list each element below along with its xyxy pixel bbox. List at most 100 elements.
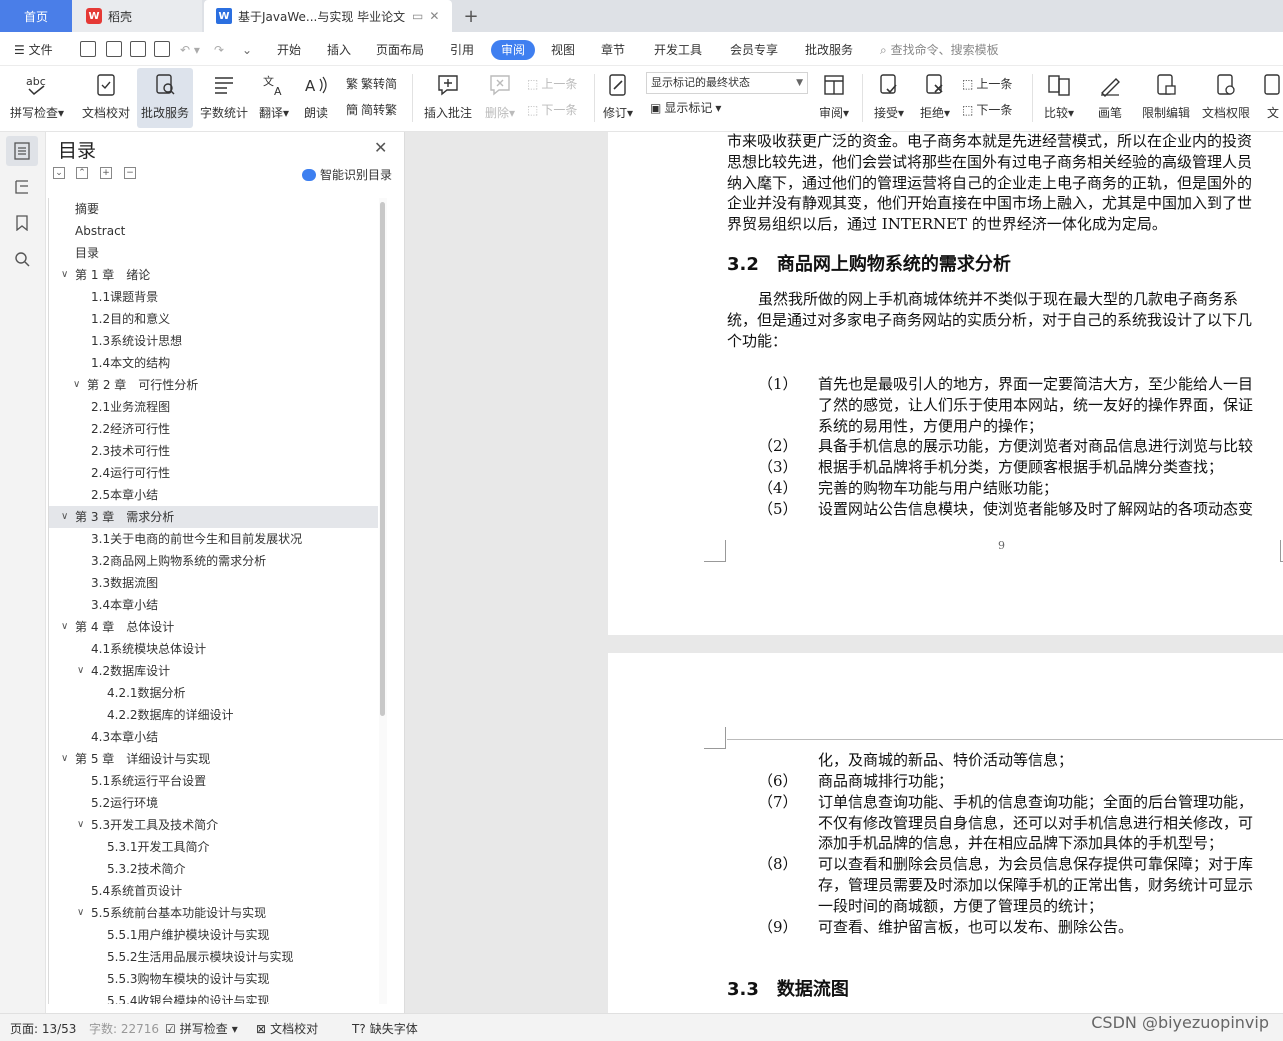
- toc-item[interactable]: ∨ 第 4 章 总体设计: [49, 616, 378, 638]
- toc-item[interactable]: ∨ 第 2 章 可行性分析: [49, 374, 378, 396]
- tab-close-icon[interactable]: ✕: [429, 9, 439, 23]
- proof-status[interactable]: ⊠ 文档校对: [256, 1020, 318, 1037]
- menu-layout[interactable]: 页面布局: [376, 40, 424, 60]
- menu-review[interactable]: 审阅: [491, 40, 536, 60]
- close-icon[interactable]: ✕: [374, 138, 387, 157]
- translate-button[interactable]: 文A 翻译▾: [254, 68, 294, 128]
- toc-item[interactable]: 5.5.1用户维护模块设计与实现: [49, 924, 378, 946]
- toc-item[interactable]: 5.5.4收银台模块的设计与实现: [49, 990, 378, 1004]
- toc-item[interactable]: 5.5.2生活用品展示模块设计与实现: [49, 946, 378, 968]
- toc-item[interactable]: ∨ 4.2数据库设计: [49, 660, 378, 682]
- next-change-button[interactable]: ⬚ 下一条: [962, 100, 1012, 120]
- markup-state-select[interactable]: 显示标记的最终状态 ▼: [646, 72, 808, 94]
- chevron-down-icon[interactable]: ∨: [61, 616, 68, 638]
- expand-all-icon[interactable]: ⌃: [76, 167, 88, 179]
- toc-item[interactable]: ∨ 第 5 章 详细设计与实现: [49, 748, 378, 770]
- toc-item[interactable]: 4.3本章小结: [49, 726, 378, 748]
- chevron-down-icon[interactable]: ∨: [61, 506, 68, 528]
- delete-comment-button[interactable]: 删除▾: [480, 68, 520, 128]
- toc-item[interactable]: 5.3.2技术简介: [49, 858, 378, 880]
- menu-file[interactable]: ☰ 文件: [14, 40, 53, 60]
- new-tab-icon[interactable]: +: [456, 0, 486, 32]
- menu-developer[interactable]: 开发工具: [654, 40, 702, 60]
- command-search[interactable]: ⌕ 查找命令、搜索模板: [880, 40, 999, 60]
- word-count-button[interactable]: 字数统计: [198, 68, 250, 128]
- search-icon[interactable]: [6, 244, 38, 274]
- toc-item[interactable]: 5.2运行环境: [49, 792, 378, 814]
- ink-button[interactable]: 画笔: [1090, 68, 1130, 128]
- menu-chapter[interactable]: 章节: [601, 40, 625, 60]
- menu-view[interactable]: 视图: [551, 40, 575, 60]
- toc-item[interactable]: 3.1关于电商的前世今生和目前发展状况: [49, 528, 378, 550]
- save-icon[interactable]: [80, 41, 96, 57]
- print-preview-icon[interactable]: [154, 41, 170, 57]
- insert-comment-button[interactable]: 插入批注: [420, 68, 476, 128]
- toc-item[interactable]: 1.2目的和意义: [49, 308, 378, 330]
- menu-start[interactable]: 开始: [277, 40, 301, 60]
- reject-button[interactable]: 拒绝▾: [914, 68, 956, 128]
- review-service-button[interactable]: 批改服务: [137, 68, 193, 128]
- chevron-down-icon[interactable]: ∨: [77, 660, 84, 682]
- spell-check-status[interactable]: ☑ 拼写检查 ▾: [165, 1020, 238, 1037]
- to-simplified-button[interactable]: 簡简转繁: [346, 100, 397, 120]
- track-changes-button[interactable]: 修订▾: [598, 68, 638, 128]
- chevron-down-icon[interactable]: ∨: [61, 748, 68, 770]
- toc-item[interactable]: 3.2商品网上购物系统的需求分析: [49, 550, 378, 572]
- toc-item[interactable]: 5.5.3购物车模块的设计与实现: [49, 968, 378, 990]
- tab-docer[interactable]: W 稻壳: [72, 0, 202, 32]
- prev-comment-button[interactable]: ⬚ 上一条: [527, 74, 577, 94]
- toc-item[interactable]: 1.1课题背景: [49, 286, 378, 308]
- doc-more-button[interactable]: 文: [1258, 68, 1283, 128]
- toc-item[interactable]: ∨ 5.5系统前台基本功能设计与实现: [49, 902, 378, 924]
- page-indicator[interactable]: 页面: 13/53: [10, 1020, 76, 1037]
- collapse-all-icon[interactable]: ⌄: [53, 167, 65, 179]
- doc-check-button[interactable]: 文档校对: [78, 68, 134, 128]
- menu-references[interactable]: 引用: [450, 40, 474, 60]
- read-aloud-button[interactable]: A 朗读: [298, 68, 334, 128]
- chevron-down-icon[interactable]: ∨: [73, 374, 80, 396]
- toc-item[interactable]: 目录: [49, 242, 378, 264]
- chevron-down-icon[interactable]: ∨: [61, 264, 68, 286]
- toc-item[interactable]: ∨ 5.3开发工具及技术简介: [49, 814, 378, 836]
- chevron-down-icon[interactable]: ∨: [77, 814, 84, 836]
- menu-member[interactable]: 会员专享: [730, 40, 778, 60]
- restrict-edit-button[interactable]: 限制编辑: [1138, 68, 1194, 128]
- tab-float-icon[interactable]: ▭: [412, 9, 423, 23]
- export-pdf-icon[interactable]: [106, 41, 122, 57]
- toc-item[interactable]: 4.2.2数据库的详细设计: [49, 704, 378, 726]
- to-traditional-button[interactable]: 繁繁转简: [346, 74, 397, 94]
- toc-item[interactable]: 3.3数据流图: [49, 572, 378, 594]
- more-icon[interactable]: ⌄: [242, 40, 252, 60]
- print-icon[interactable]: [130, 41, 146, 57]
- prev-change-button[interactable]: ⬚ 上一条: [962, 74, 1012, 94]
- toc-item[interactable]: 4.2.1数据分析: [49, 682, 378, 704]
- toc-item[interactable]: 5.1系统运行平台设置: [49, 770, 378, 792]
- toc-item[interactable]: ∨ 第 3 章 需求分析: [49, 506, 378, 528]
- toc-item[interactable]: 1.3系统设计思想: [49, 330, 378, 352]
- toc-item[interactable]: 4.1系统模块总体设计: [49, 638, 378, 660]
- toc-item[interactable]: 摘要: [49, 198, 378, 220]
- toc-item[interactable]: 2.5本章小结: [49, 484, 378, 506]
- word-count-indicator[interactable]: 字数: 22716: [89, 1020, 159, 1037]
- toc-item[interactable]: 2.1业务流程图: [49, 396, 378, 418]
- toc-item[interactable]: 2.4运行可行性: [49, 462, 378, 484]
- review-pane-button[interactable]: 审阅▾: [814, 68, 854, 128]
- toc-scrollbar[interactable]: [380, 202, 385, 716]
- show-markup-button[interactable]: ▣ 显示标记 ▾: [650, 98, 721, 118]
- doc-permission-button[interactable]: 文档权限: [1198, 68, 1254, 128]
- toc-item[interactable]: 5.4系统首页设计: [49, 880, 378, 902]
- toc-item[interactable]: 3.4本章小结: [49, 594, 378, 616]
- chevron-down-icon[interactable]: ∨: [77, 902, 84, 924]
- menu-insert[interactable]: 插入: [327, 40, 351, 60]
- redo-icon[interactable]: ↷: [214, 40, 224, 60]
- menu-review-service[interactable]: 批改服务: [805, 40, 853, 60]
- toc-item[interactable]: 1.4本文的结构: [49, 352, 378, 374]
- toc-item[interactable]: 2.3技术可行性: [49, 440, 378, 462]
- smart-toc-button[interactable]: 智能识别目录: [302, 166, 392, 183]
- undo-icon[interactable]: ↶ ▾: [180, 40, 200, 60]
- toc-item[interactable]: 5.3.1开发工具简介: [49, 836, 378, 858]
- document-canvas[interactable]: 市来吸收获更广泛的资金。电子商务本就是先进经营模式，所以在企业内的投资 思想比较先…: [405, 132, 1283, 1013]
- chapter-nav-icon[interactable]: [6, 172, 38, 202]
- toc-item[interactable]: Abstract: [49, 220, 378, 242]
- spell-check-button[interactable]: abc 拼写检查▾: [8, 68, 66, 128]
